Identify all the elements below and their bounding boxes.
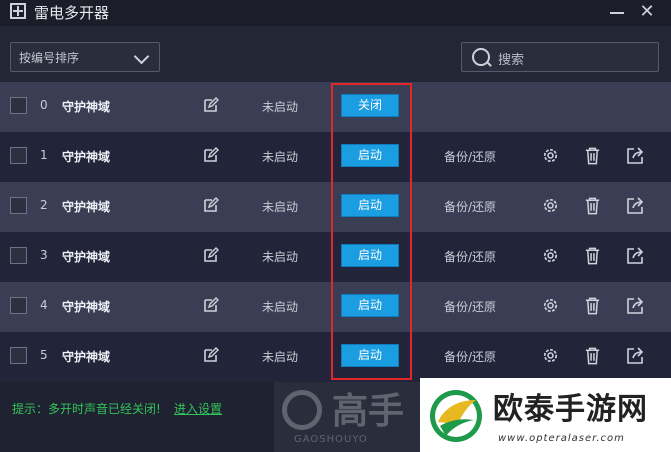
export-icon[interactable] — [625, 246, 645, 266]
instance-index: 3 — [40, 248, 48, 262]
trash-icon[interactable] — [583, 346, 602, 366]
export-icon[interactable] — [625, 296, 645, 316]
otai-watermark-url: www.opteralaser.com — [498, 433, 625, 444]
search-input[interactable]: 搜索 — [461, 42, 659, 72]
highlight-annotation-box — [331, 83, 412, 380]
app-plus-icon — [10, 3, 26, 19]
edit-icon[interactable] — [203, 347, 219, 363]
backup-restore-link[interactable]: 备份/还原 — [444, 198, 496, 215]
instance-status: 未启动 — [262, 150, 299, 164]
gear-icon[interactable] — [541, 146, 560, 165]
gear-icon[interactable] — [541, 196, 560, 215]
gear-icon[interactable] — [541, 346, 560, 365]
otai-watermark: 欧泰手游网 www.opteralaser.com — [420, 378, 671, 452]
edit-icon[interactable] — [203, 297, 219, 313]
instance-name: 守护神域 — [62, 300, 111, 314]
instance-index: 2 — [40, 198, 48, 212]
gaoshou-logo-icon — [282, 390, 322, 430]
instance-status: 未启动 — [262, 350, 299, 364]
instance-status: 未启动 — [262, 300, 299, 314]
backup-restore-link[interactable]: 备份/还原 — [444, 248, 496, 265]
gear-icon[interactable] — [541, 246, 560, 265]
close-button[interactable]: ✕ — [638, 3, 656, 21]
window-title: 雷电多开器 — [34, 4, 110, 22]
edit-icon[interactable] — [203, 247, 219, 263]
row-checkbox[interactable] — [10, 247, 27, 264]
instance-name: 守护神域 — [62, 250, 111, 264]
instance-index: 1 — [40, 148, 48, 162]
row-checkbox[interactable] — [10, 347, 27, 364]
row-checkbox[interactable] — [10, 97, 27, 114]
instance-status: 未启动 — [262, 250, 299, 264]
trash-icon[interactable] — [583, 146, 602, 166]
instance-name: 守护神域 — [62, 150, 111, 164]
instance-index: 0 — [40, 98, 48, 112]
instance-status: 未启动 — [262, 100, 299, 114]
gear-icon[interactable] — [541, 296, 560, 315]
trash-icon[interactable] — [583, 196, 602, 216]
trash-icon[interactable] — [583, 246, 602, 266]
sort-dropdown-value: 按编号排序 — [19, 51, 80, 65]
export-icon[interactable] — [625, 196, 645, 216]
instance-status: 未启动 — [262, 200, 299, 214]
row-checkbox[interactable] — [10, 147, 27, 164]
minimize-button[interactable] — [608, 3, 626, 21]
instance-name: 守护神域 — [62, 100, 111, 114]
edit-icon[interactable] — [203, 147, 219, 163]
otai-watermark-text: 欧泰手游网 — [493, 392, 648, 427]
instance-name: 守护神域 — [62, 200, 111, 214]
toolbar: 按编号排序 搜索 — [0, 26, 671, 82]
search-icon — [472, 48, 490, 66]
sound-muted-tip: 提示：多开时声音已经关闭! — [12, 402, 161, 416]
row-checkbox[interactable] — [10, 197, 27, 214]
otai-logo-icon — [430, 390, 482, 442]
search-placeholder: 搜索 — [498, 53, 525, 68]
sort-dropdown[interactable]: 按编号排序 — [10, 42, 160, 72]
export-icon[interactable] — [625, 146, 645, 166]
row-checkbox[interactable] — [10, 297, 27, 314]
title-bar: 雷电多开器 ✕ — [0, 0, 671, 26]
export-icon[interactable] — [625, 346, 645, 366]
edit-icon[interactable] — [203, 197, 219, 213]
backup-restore-link[interactable]: 备份/还原 — [444, 348, 496, 365]
instance-index: 4 — [40, 298, 48, 312]
backup-restore-link[interactable]: 备份/还原 — [444, 298, 496, 315]
gaoshou-watermark: 高手 GAOSHOUYO — [274, 382, 434, 452]
instance-index: 5 — [40, 348, 48, 362]
edit-icon[interactable] — [203, 97, 219, 113]
instance-name: 守护神域 — [62, 350, 111, 364]
backup-restore-link[interactable]: 备份/还原 — [444, 148, 496, 165]
gaoshou-watermark-subtext: GAOSHOUYO — [294, 434, 368, 445]
gaoshou-watermark-text: 高手 — [332, 391, 405, 432]
open-settings-link[interactable]: 进入设置 — [174, 400, 222, 417]
trash-icon[interactable] — [583, 296, 602, 316]
chevron-down-icon — [133, 48, 150, 65]
